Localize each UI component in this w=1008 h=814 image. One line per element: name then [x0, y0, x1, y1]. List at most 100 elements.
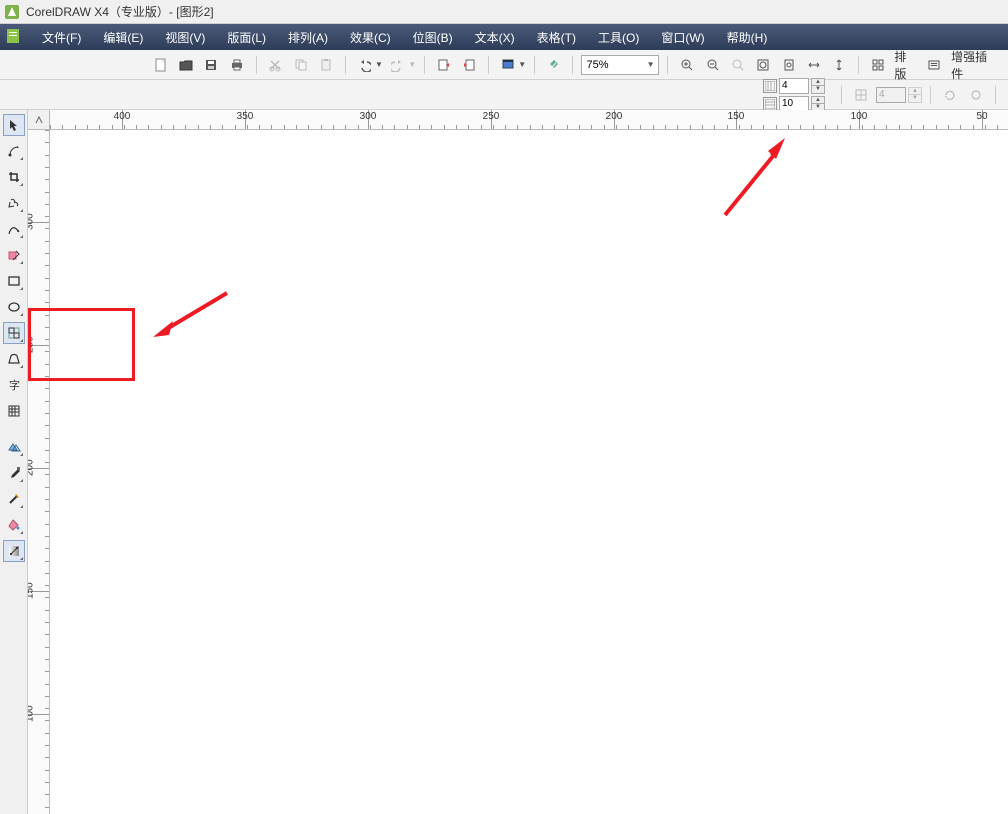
- zoom-out-button[interactable]: [702, 54, 723, 76]
- ruler-corner[interactable]: [28, 110, 50, 130]
- cut-button[interactable]: [264, 54, 285, 76]
- new-button[interactable]: [150, 54, 171, 76]
- zoom-tool[interactable]: [3, 192, 25, 214]
- table-tool[interactable]: [3, 400, 25, 422]
- menu-text[interactable]: 文本(X): [465, 25, 525, 50]
- menu-table[interactable]: 表格(T): [527, 25, 586, 50]
- menu-view[interactable]: 视图(V): [155, 25, 215, 50]
- menu-tools[interactable]: 工具(O): [588, 25, 649, 50]
- ruler-h-label: 300: [360, 111, 377, 122]
- shape-tool[interactable]: [3, 140, 25, 162]
- enhance-label[interactable]: 增强插件: [949, 48, 1000, 82]
- vertical-ruler[interactable]: 300250200150100: [28, 130, 50, 814]
- toolbar-separator: [841, 86, 842, 104]
- interactive-fill-tool[interactable]: [3, 540, 25, 562]
- ruler-h-label: 150: [728, 111, 745, 122]
- ruler-v-label: 200: [28, 459, 36, 476]
- menu-effects[interactable]: 效果(C): [340, 25, 401, 50]
- menu-bitmaps[interactable]: 位图(B): [403, 25, 463, 50]
- interactive-blend-tool[interactable]: [3, 436, 25, 458]
- toolbar-separator: [256, 56, 257, 74]
- annotation-arrow-left: [145, 285, 235, 345]
- workspace: 字 40035030025020015010050 30025020015010…: [0, 110, 1008, 814]
- rows-icon: [763, 97, 777, 111]
- toolbar-separator: [572, 56, 573, 74]
- other-input: [876, 87, 906, 103]
- welcome-button[interactable]: [543, 54, 564, 76]
- ruler-h-label: 350: [237, 111, 254, 122]
- toolbar-separator: [995, 86, 996, 104]
- basic-shapes-tool[interactable]: [3, 348, 25, 370]
- canvas[interactable]: [50, 130, 1008, 814]
- annotation-box: [28, 308, 135, 381]
- typeset-icon[interactable]: [867, 54, 888, 76]
- export-button[interactable]: [459, 54, 480, 76]
- window-title: CorelDRAW X4（专业版）- [图形2]: [26, 3, 214, 20]
- dropdown-caret-icon: ▼: [647, 60, 655, 69]
- menu-layout[interactable]: 版面(L): [217, 25, 276, 50]
- menu-edit[interactable]: 编辑(E): [93, 25, 153, 50]
- toolbar-separator: [534, 56, 535, 74]
- undo-button[interactable]: [354, 54, 375, 76]
- refresh-button: [939, 84, 961, 106]
- menu-help[interactable]: 帮助(H): [717, 25, 778, 50]
- property-bar: ▲▼ ▲▼ ▲▼: [0, 80, 1008, 110]
- menubar: 文件(F) 编辑(E) 视图(V) 版面(L) 排列(A) 效果(C) 位图(B…: [0, 24, 1008, 50]
- text-tool[interactable]: 字: [3, 374, 25, 396]
- toolbar-separator: [345, 56, 346, 74]
- crop-tool[interactable]: [3, 166, 25, 188]
- tool-palette: 字: [0, 110, 28, 814]
- toolbar-separator: [424, 56, 425, 74]
- ellipse-tool[interactable]: [3, 296, 25, 318]
- typeset-label[interactable]: 排版: [892, 48, 919, 82]
- fill-tool[interactable]: [3, 514, 25, 536]
- enhance-icon[interactable]: [924, 54, 945, 76]
- zoom-in-button[interactable]: [676, 54, 697, 76]
- toolbar-separator: [858, 56, 859, 74]
- open-button[interactable]: [175, 54, 196, 76]
- ruler-v-label: 100: [28, 705, 36, 722]
- other-spinner: ▲▼: [908, 87, 922, 103]
- ruler-v-label: 300: [28, 213, 36, 230]
- refresh-all-button: [965, 84, 987, 106]
- toolbar-separator: [667, 56, 668, 74]
- horizontal-ruler[interactable]: 40035030025020015010050: [50, 110, 1008, 130]
- coreldraw-icon: [4, 4, 20, 20]
- document-icon: [6, 29, 22, 45]
- app-launcher-button[interactable]: [497, 54, 518, 76]
- redo-button[interactable]: [387, 54, 408, 76]
- columns-icon: [763, 79, 777, 93]
- zoom-selection-button[interactable]: [727, 54, 748, 76]
- print-button[interactable]: [226, 54, 247, 76]
- toolbar-separator: [930, 86, 931, 104]
- ruler-h-label: 200: [606, 111, 623, 122]
- smart-fill-tool[interactable]: [3, 244, 25, 266]
- menu-arrange[interactable]: 排列(A): [278, 25, 338, 50]
- canvas-area: 40035030025020015010050 300250200150100: [28, 110, 1008, 814]
- zoom-width-button[interactable]: [803, 54, 824, 76]
- freehand-tool[interactable]: [3, 218, 25, 240]
- zoom-select[interactable]: 75% ▼: [581, 55, 659, 75]
- copy-button[interactable]: [290, 54, 311, 76]
- columns-input[interactable]: [779, 78, 809, 94]
- ruler-v-label: 150: [28, 582, 36, 599]
- zoom-page-button[interactable]: [778, 54, 799, 76]
- zoom-all-button[interactable]: [753, 54, 774, 76]
- outline-tool[interactable]: [3, 488, 25, 510]
- columns-input-group: ▲▼: [763, 78, 825, 94]
- polygon-tool[interactable]: [3, 322, 25, 344]
- paste-button[interactable]: [315, 54, 336, 76]
- menu-window[interactable]: 窗口(W): [651, 25, 714, 50]
- zoom-height-button[interactable]: [829, 54, 850, 76]
- eyedropper-tool[interactable]: [3, 462, 25, 484]
- pick-tool[interactable]: [3, 114, 25, 136]
- menu-file[interactable]: 文件(F): [32, 25, 91, 50]
- zoom-value: 75%: [586, 59, 608, 71]
- rectangle-tool[interactable]: [3, 270, 25, 292]
- ruler-h-label: 50: [976, 111, 987, 122]
- toolbar-separator: [488, 56, 489, 74]
- import-button[interactable]: [433, 54, 454, 76]
- columns-spinner[interactable]: ▲▼: [811, 78, 825, 94]
- annotation-arrow-top: [710, 135, 800, 225]
- save-button[interactable]: [201, 54, 222, 76]
